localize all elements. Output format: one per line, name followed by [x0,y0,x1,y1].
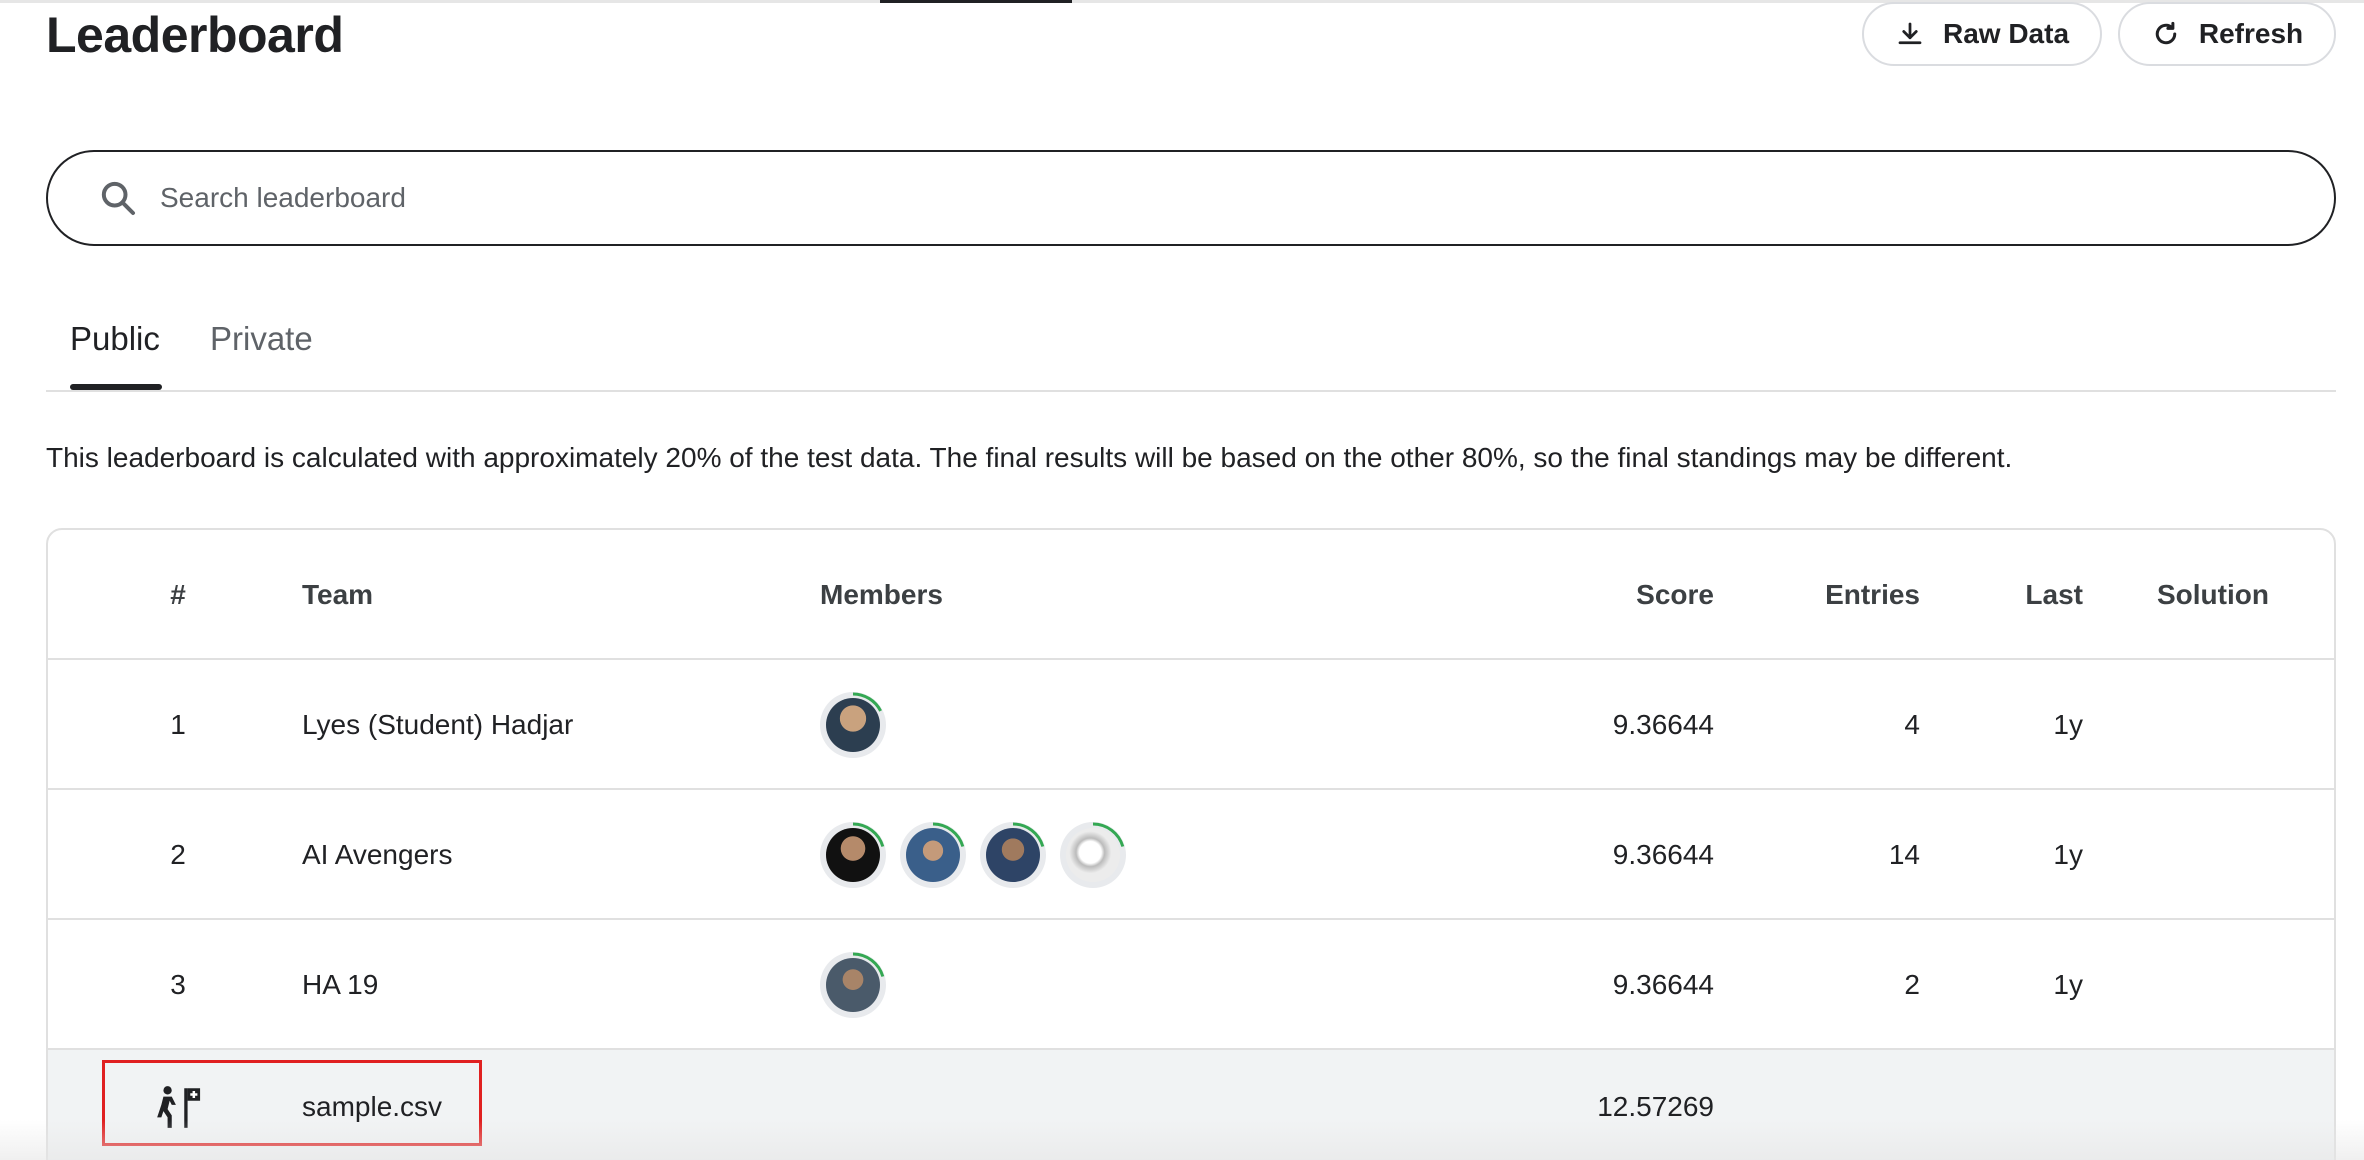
sample-submission-row[interactable]: sample.csv 12.57269 [48,1050,2334,1160]
refresh-label: Refresh [2198,18,2304,49]
team-name[interactable]: AI Avengers [302,790,782,920]
avatar[interactable] [980,822,1046,888]
leaderboard-notice: This leaderboard is calculated with appr… [46,442,2013,473]
raw-data-button[interactable]: Raw Data [1862,2,2102,66]
hiker-flag-icon [157,1086,201,1128]
score-cell: 9.36644 [1612,709,1714,740]
refresh-button[interactable]: Refresh [2118,2,2336,66]
tab-public[interactable]: Public [70,320,160,358]
column-header-score: Score [1636,579,1714,610]
avatar[interactable] [820,822,886,888]
sample-file-name[interactable]: sample.csv [302,1050,782,1160]
last-cell: 1y [2053,709,2083,740]
rank-cell: 3 [170,969,186,1000]
rank-cell: 2 [170,839,186,870]
team-name[interactable]: Lyes (Student) Hadjar [302,660,782,790]
last-cell: 1y [2053,839,2083,870]
rank-cell: 1 [170,709,186,740]
column-header-entries: Entries [1825,579,1920,610]
column-header-last: Last [2025,579,2083,610]
page-title: Leaderboard [46,7,344,63]
sample-score-cell: 12.57269 [1597,1091,1714,1122]
tab-private[interactable]: Private [210,320,313,358]
solution-cell [2108,790,2318,920]
column-header-team: Team [302,579,374,610]
raw-data-label: Raw Data [1942,18,2070,49]
members-cell [820,660,1420,790]
avatar[interactable] [1060,822,1126,888]
score-cell: 9.36644 [1612,839,1714,870]
members-cell [820,790,1420,920]
avatar[interactable] [820,692,886,758]
leaderboard-page: Leaderboard Raw Data Refresh Public Priv… [0,0,2364,1160]
leaderboard-tabs: Public Private [46,300,2336,392]
download-icon [1898,22,1922,45]
active-tab-indicator [70,384,162,390]
table-row[interactable]: 2 AI Avengers 9.36644 14 1y [48,790,2334,920]
score-cell: 9.36644 [1612,969,1714,1000]
table-header-row: # Team Members Score Entries Last Soluti… [48,530,2334,660]
entries-cell: 14 [1888,839,1920,870]
solution-cell [2108,660,2318,790]
search-input[interactable] [160,182,2060,214]
leaderboard-table: # Team Members Score Entries Last Soluti… [46,528,2336,1160]
avatar[interactable] [900,822,966,888]
solution-cell [2108,920,2318,1050]
top-tab-indicator [880,0,1072,3]
members-cell [820,920,1420,1050]
column-header-members: Members [820,579,943,610]
search-box[interactable] [46,150,2336,246]
column-header-rank: # [170,579,186,610]
table-row[interactable]: 3 HA 19 9.36644 2 1y [48,920,2334,1050]
team-name[interactable]: HA 19 [302,920,782,1050]
entries-cell: 2 [1904,969,1920,1000]
entries-cell: 4 [1904,709,1920,740]
refresh-icon [2155,21,2177,45]
sample-rank-cell [128,1050,228,1160]
column-header-solution: Solution [2157,579,2269,610]
avatar[interactable] [820,952,886,1018]
last-cell: 1y [2053,969,2083,1000]
search-icon [101,181,135,215]
table-row[interactable]: 1 Lyes (Student) Hadjar 9.36644 4 1y [48,660,2334,790]
